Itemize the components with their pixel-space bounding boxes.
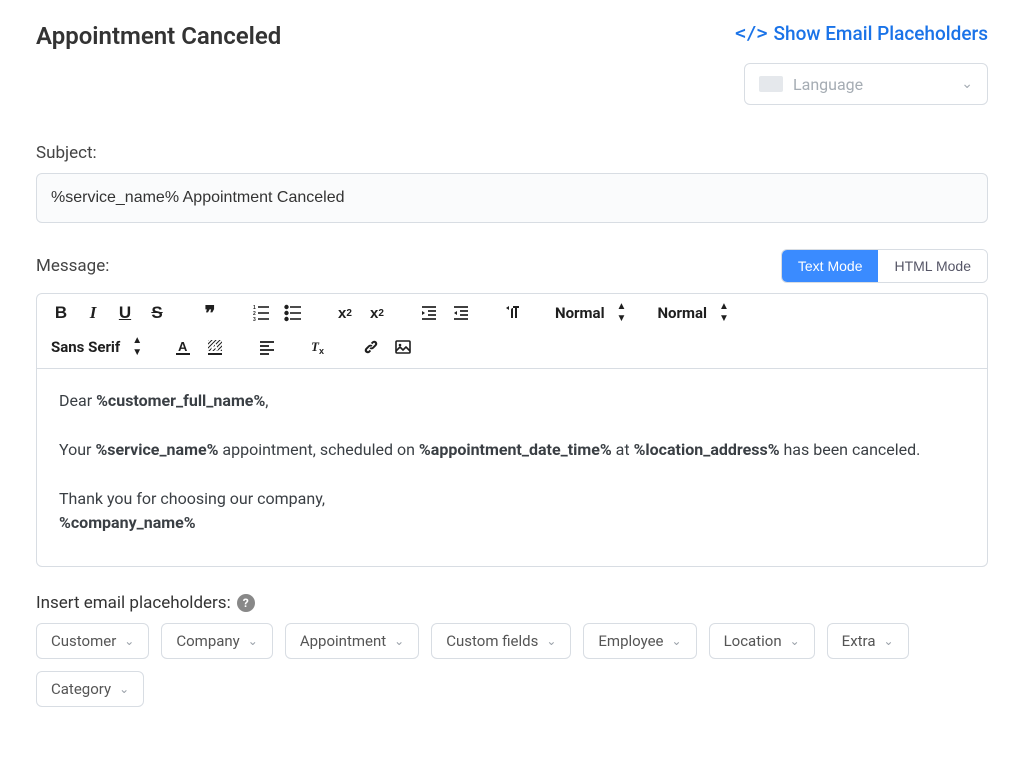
show-email-placeholders-link[interactable]: </> Show Email Placeholders: [735, 22, 988, 45]
code-icon: </>: [735, 23, 768, 44]
body-placeholder: %location_address%: [634, 440, 780, 459]
placeholder-chip-company[interactable]: Company ⌄: [161, 623, 273, 659]
chevron-down-icon: ⌄: [672, 634, 682, 648]
highlight-color-button[interactable]: A: [201, 332, 229, 362]
up-down-icon: ▲▼: [617, 301, 626, 325]
text-direction-button[interactable]: [499, 298, 527, 328]
unordered-list-button[interactable]: [279, 298, 307, 328]
chevron-down-icon: ⌄: [119, 682, 129, 696]
svg-text:A: A: [211, 342, 219, 354]
text-color-button[interactable]: A: [169, 332, 197, 362]
chip-label: Customer: [51, 632, 116, 650]
size-select-label: Normal: [657, 304, 707, 322]
mode-toggle: Text Mode HTML Mode: [781, 249, 988, 283]
chevron-down-icon: ⌄: [884, 634, 894, 648]
show-email-placeholders-label: Show Email Placeholders: [774, 22, 988, 45]
subscript-button[interactable]: x2: [331, 298, 359, 328]
placeholder-chip-appointment[interactable]: Appointment ⌄: [285, 623, 419, 659]
body-placeholder: %appointment_date_time%: [419, 440, 612, 459]
blockquote-button[interactable]: ❞: [195, 298, 223, 328]
page-title: Appointment Canceled: [36, 22, 281, 50]
chip-label: Extra: [842, 632, 876, 650]
svg-text:3: 3: [253, 317, 256, 322]
link-button[interactable]: [357, 332, 385, 362]
clear-format-button[interactable]: T x: [305, 332, 333, 362]
up-down-icon: ▲▼: [132, 335, 141, 359]
up-down-icon: ▲▼: [719, 301, 728, 325]
superscript-button[interactable]: x2: [363, 298, 391, 328]
chevron-down-icon: ⌄: [124, 634, 134, 648]
align-button[interactable]: [253, 332, 281, 362]
body-text: Dear: [59, 391, 96, 410]
italic-button[interactable]: I: [79, 298, 107, 328]
body-placeholder: %customer_full_name%: [96, 391, 265, 410]
placeholder-chip-customer[interactable]: Customer ⌄: [36, 623, 149, 659]
svg-text:x: x: [319, 346, 324, 356]
bold-button[interactable]: B: [47, 298, 75, 328]
chip-label: Company: [176, 632, 239, 650]
chevron-down-icon: ⌄: [961, 76, 973, 92]
placeholder-chip-custom-fields[interactable]: Custom fields ⌄: [431, 623, 571, 659]
chip-label: Custom fields: [446, 632, 538, 650]
body-text: appointment, scheduled on: [218, 440, 419, 459]
body-placeholder: %company_name%: [59, 513, 196, 532]
language-placeholder: Language: [793, 75, 863, 94]
strikethrough-button[interactable]: S: [143, 298, 171, 328]
size-select[interactable]: Normal ▲▼: [653, 298, 731, 328]
placeholder-chip-extra[interactable]: Extra ⌄: [827, 623, 909, 659]
chip-label: Category: [51, 680, 111, 698]
body-text: Your: [59, 440, 95, 459]
font-select[interactable]: Sans Serif ▲▼: [47, 332, 145, 362]
chip-label: Appointment: [300, 632, 386, 650]
chevron-down-icon: ⌄: [790, 634, 800, 648]
font-select-label: Sans Serif: [51, 338, 120, 356]
chevron-down-icon: ⌄: [394, 634, 404, 648]
outdent-button[interactable]: [415, 298, 443, 328]
ordered-list-button[interactable]: 1 2 3: [247, 298, 275, 328]
flag-icon: [759, 76, 783, 92]
message-body[interactable]: Dear %customer_full_name%, Your %service…: [37, 369, 987, 566]
underline-button[interactable]: U: [111, 298, 139, 328]
language-select[interactable]: Language ⌄: [744, 63, 988, 105]
message-label: Message:: [36, 256, 109, 276]
body-text: ,: [265, 391, 268, 410]
html-mode-button[interactable]: HTML Mode: [878, 250, 987, 282]
chip-label: Employee: [598, 632, 663, 650]
indent-button[interactable]: [447, 298, 475, 328]
image-button[interactable]: [389, 332, 417, 362]
subject-label: Subject:: [36, 143, 988, 163]
placeholder-chip-location[interactable]: Location ⌄: [709, 623, 815, 659]
placeholder-chip-category[interactable]: Category ⌄: [36, 671, 144, 707]
body-text: at: [612, 440, 634, 459]
text-mode-button[interactable]: Text Mode: [782, 250, 879, 282]
placeholder-chip-employee[interactable]: Employee ⌄: [583, 623, 696, 659]
chevron-down-icon: ⌄: [546, 634, 556, 648]
body-placeholder: %service_name%: [95, 440, 218, 459]
chevron-down-icon: ⌄: [248, 634, 258, 648]
body-text: Thank you for choosing our company,: [59, 487, 965, 512]
subject-input[interactable]: [36, 173, 988, 223]
svg-text:A: A: [178, 339, 188, 354]
heading-select[interactable]: Normal ▲▼: [551, 298, 629, 328]
message-editor: B I U S ❞ 1 2 3: [36, 293, 988, 567]
heading-select-label: Normal: [555, 304, 605, 322]
body-text: has been canceled.: [780, 440, 921, 459]
chip-label: Location: [724, 632, 782, 650]
help-icon[interactable]: ?: [237, 594, 255, 612]
insert-placeholders-label: Insert email placeholders:: [36, 593, 231, 613]
editor-toolbar: B I U S ❞ 1 2 3: [37, 294, 987, 369]
